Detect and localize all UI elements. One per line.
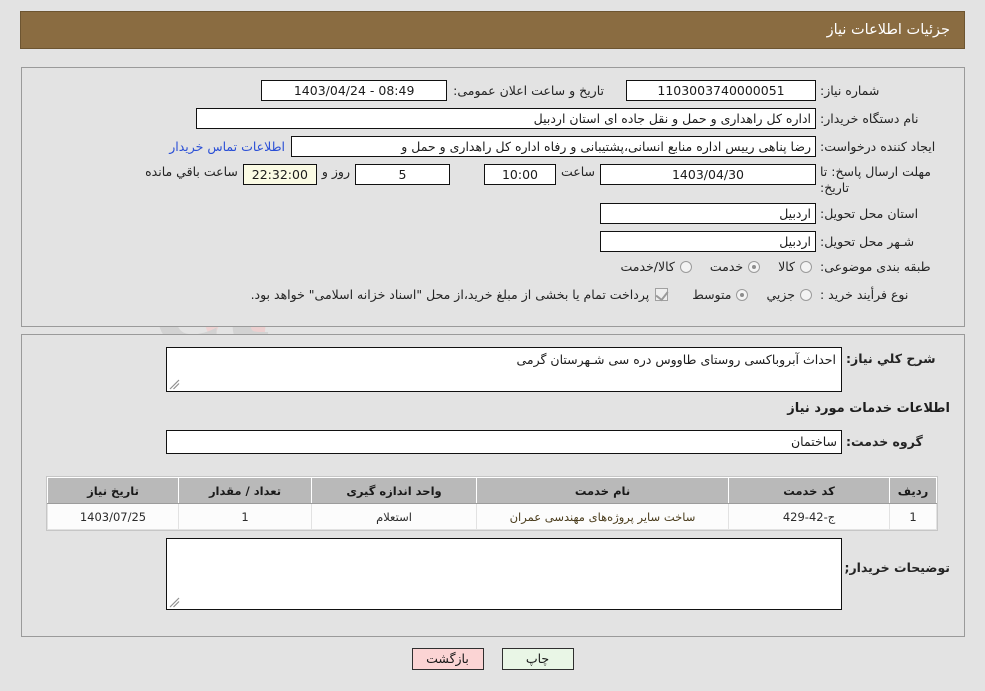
- deadline-hour-field[interactable]: 10:00: [483, 164, 556, 185]
- deadline-hour-label: ساعت: [560, 164, 595, 179]
- page-title: جزئیات اطلاعات نیاز: [826, 22, 950, 38]
- row-service-group: گروه خدمت: ساختمان: [166, 430, 950, 454]
- col-service-code: کد خدمت: [728, 477, 890, 504]
- row-purchase-process: نوع فرأیند خرید : جزیي متوسط پرداخت تمام…: [251, 287, 950, 303]
- radio-indicator-goods-service: [679, 260, 692, 273]
- buyer-contact-link[interactable]: اطلاعات تماس خریدار: [169, 139, 285, 154]
- remaining-days-field[interactable]: 5: [354, 164, 450, 185]
- need-number-label: شماره نیاز:: [820, 82, 880, 98]
- resize-grip-icon[interactable]: [169, 597, 180, 608]
- radio-label-minor: جزیي: [766, 287, 795, 303]
- row-deadline: مهلت ارسال پاسخ: تا تاریخ: 1403/04/30 سا…: [140, 164, 950, 195]
- row-buyer-org: نام دستگاه خریدار: اداره کل راهداری و حم…: [196, 108, 950, 129]
- services-section-title: اطلاعات خدمات مورد نیاز: [787, 401, 950, 416]
- delivery-province-field[interactable]: اردبیل: [600, 203, 816, 224]
- row-need-summary: شرح کلي نیاز: احداث آبروباکسی روستای طاو…: [166, 347, 950, 392]
- radio-label-goods-service: کالا/خدمت: [620, 259, 675, 275]
- cell-quantity: 1: [178, 503, 312, 530]
- radio-category-goods[interactable]: کالا: [778, 259, 812, 274]
- services-table: ردیف کد خدمت نام خدمت واحد اندازه گیری ت…: [47, 477, 937, 530]
- row-need-number: شماره نیاز: 1103003740000051: [626, 80, 950, 101]
- cell-need-date: 1403/07/25: [47, 503, 179, 530]
- radio-label-goods: کالا: [778, 259, 795, 275]
- radio-label-medium: متوسط: [692, 287, 732, 303]
- delivery-city-label: شـهر محل تحویل:: [820, 233, 915, 249]
- need-number-field[interactable]: 1103003740000051: [626, 80, 816, 101]
- footer-actions: چاپ بازگشت: [0, 648, 985, 670]
- radio-process-medium[interactable]: متوسط: [692, 287, 749, 303]
- radio-indicator-minor: [800, 288, 812, 301]
- remaining-time-suffix: ساعت باقي مانده: [145, 164, 238, 179]
- deadline-date-field[interactable]: 1403/04/30: [600, 164, 816, 185]
- need-summary-textarea[interactable]: احداث آبروباکسی روستای طاووس دره سی شـهر…: [166, 347, 842, 392]
- row-delivery-province: استان محل تحویل: اردبیل: [600, 203, 950, 224]
- radio-label-service: خدمت: [709, 259, 744, 275]
- deadline-label: مهلت ارسال پاسخ: تا تاریخ:: [820, 164, 931, 195]
- print-button[interactable]: چاپ: [501, 648, 574, 670]
- radio-indicator-goods: [800, 260, 812, 273]
- col-unit: واحد اندازه گیری: [311, 477, 477, 504]
- need-summary-label: شرح کلي نیاز:: [846, 351, 936, 366]
- col-quantity: تعداد / مقدار: [178, 477, 312, 504]
- back-button[interactable]: بازگشت: [411, 648, 484, 670]
- col-index: ردیف: [889, 477, 937, 504]
- announce-datetime-label: تاریخ و ساعت اعلان عمومی:: [453, 82, 604, 98]
- buyer-notes-label: توضیحات خریدار;: [844, 560, 950, 575]
- cell-service-name: ساخت سایر پروژه‌های مهندسی عمران: [476, 503, 729, 530]
- radio-process-minor[interactable]: جزیي: [766, 287, 812, 302]
- cell-index: 1: [889, 503, 937, 530]
- service-group-field[interactable]: ساختمان: [166, 430, 842, 454]
- remaining-days-unit: روز و: [321, 164, 350, 179]
- table-header-row: ردیف کد خدمت نام خدمت واحد اندازه گیری ت…: [47, 477, 937, 504]
- col-service-name: نام خدمت: [476, 477, 729, 504]
- request-creator-field[interactable]: رضا پناهی رییس اداره منابع انسانی،پشتیبا…: [291, 136, 816, 157]
- need-details-page: جزئیات اطلاعات نیاز شماره نیاز: 11030037…: [0, 0, 985, 691]
- need-summary-text: احداث آبروباکسی روستای طاووس دره سی شـهر…: [516, 352, 836, 367]
- buyer-org-label: نام دستگاه خریدار:: [820, 110, 919, 126]
- request-creator-label: ایجاد کننده درخواست:: [820, 138, 936, 154]
- delivery-city-field[interactable]: اردبیل: [600, 231, 816, 252]
- row-subject-category: طبقه بندی موضوعی: کالا خدمت کالا/خدمت: [606, 259, 950, 275]
- purchase-process-label: نوع فرأیند خرید :: [820, 287, 909, 302]
- row-delivery-city: شـهر محل تحویل: اردبیل: [600, 231, 950, 252]
- row-announce-datetime: تاریخ و ساعت اعلان عمومی: 08:49 - 1403/0…: [261, 80, 604, 101]
- radio-category-service[interactable]: خدمت: [709, 259, 761, 275]
- islamic-treasury-note: پرداخت تمام یا بخشی از مبلغ خرید،از محل …: [250, 287, 650, 303]
- service-group-label: گروه خدمت:: [846, 434, 923, 450]
- cell-unit: استعلام: [311, 503, 477, 530]
- remaining-time-field[interactable]: 22:32:00: [242, 164, 317, 185]
- subject-category-label: طبقه بندی موضوعی:: [820, 259, 931, 274]
- delivery-province-label: استان محل تحویل:: [820, 205, 919, 221]
- radio-indicator-service: [748, 260, 761, 273]
- page-title-bar: جزئیات اطلاعات نیاز: [20, 11, 965, 49]
- need-summary-panel: شماره نیاز: 1103003740000051 تاریخ و ساع…: [21, 67, 965, 327]
- col-need-date: تاریخ نیاز: [47, 477, 179, 504]
- row-request-creator: ایجاد کننده درخواست: رضا پناهی رییس ادار…: [169, 136, 950, 157]
- buyer-notes-textarea[interactable]: [166, 538, 842, 610]
- resize-grip-icon[interactable]: [169, 379, 180, 390]
- cell-service-code: ج-42-429: [728, 503, 890, 530]
- radio-category-goods-service[interactable]: کالا/خدمت: [620, 259, 692, 275]
- islamic-treasury-checkbox[interactable]: [655, 288, 669, 302]
- row-buyer-notes: توضیحات خریدار;: [166, 538, 950, 610]
- buyer-org-field[interactable]: اداره کل راهداری و حمل و نقل جاده ای است…: [196, 108, 816, 129]
- table-row[interactable]: 1 ج-42-429 ساخت سایر پروژه‌های مهندسی عم…: [47, 503, 937, 530]
- announce-datetime-field[interactable]: 08:49 - 1403/04/24: [261, 80, 448, 101]
- radio-indicator-medium: [736, 288, 749, 301]
